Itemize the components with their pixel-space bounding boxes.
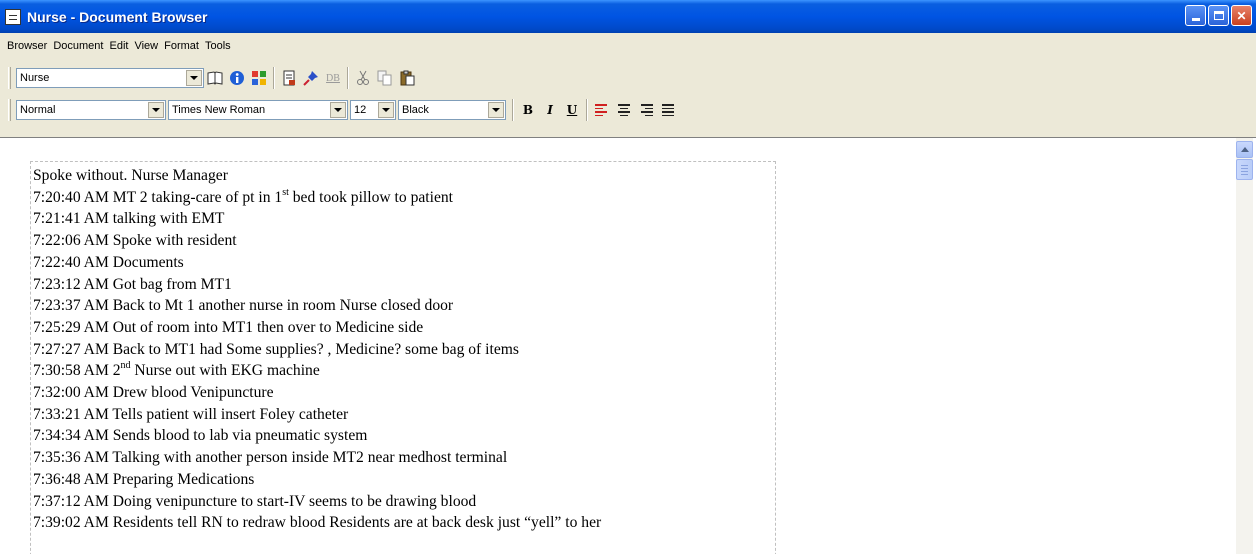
vertical-scrollbar[interactable] xyxy=(1236,138,1253,554)
copy-icon[interactable] xyxy=(374,67,396,89)
database-icon[interactable]: DB xyxy=(322,67,344,89)
document-line-text: Nurse out with EKG machine xyxy=(130,362,320,380)
document-line: 7:37:12 AM Doing venipuncture to start-I… xyxy=(33,491,775,513)
menu-tools[interactable]: Tools xyxy=(202,40,234,52)
document-line: 7:36:48 AM Preparing Medications xyxy=(33,469,775,491)
document-select[interactable]: Nurse xyxy=(16,68,204,88)
document-line: 7:23:12 AM Got bag from MT1 xyxy=(33,274,775,296)
document-line-text: bed took pillow to patient xyxy=(288,188,454,206)
document-line-superscript: nd xyxy=(120,360,131,372)
document-line: 7:20:40 AM MT 2 taking-care of pt in 1st… xyxy=(33,187,775,209)
menu-format[interactable]: Format xyxy=(161,40,202,52)
toolbar-separator xyxy=(273,67,275,89)
window-title: Nurse - Document Browser xyxy=(27,8,208,25)
align-left-icon[interactable] xyxy=(591,99,613,121)
document-line: 7:39:02 AM Residents tell RN to redraw b… xyxy=(33,512,775,534)
toolbar-separator xyxy=(586,99,588,121)
document-line-text: 7:33:21 AM Tells patient will insert Fol… xyxy=(33,405,349,423)
document-line: Spoke without. Nurse Manager xyxy=(33,165,775,187)
menu-document[interactable]: Document xyxy=(50,40,106,52)
document-line: 7:34:34 AM Sends blood to lab via pneuma… xyxy=(33,425,775,447)
document-line-text: 7:21:41 AM talking with EMT xyxy=(33,210,225,228)
font-select-value: Times New Roman xyxy=(172,104,266,116)
document-line-text: 7:27:27 AM Back to MT1 had Some supplies… xyxy=(33,340,519,358)
font-select[interactable]: Times New Roman xyxy=(168,100,348,120)
document-line-text: 7:37:12 AM Doing venipuncture to start-I… xyxy=(33,492,477,510)
document-line-text: 7:22:40 AM Documents xyxy=(33,253,184,271)
document-line-text: Spoke without. Nurse Manager xyxy=(33,167,228,184)
chevron-down-icon[interactable] xyxy=(330,102,346,118)
document-line: 7:30:58 AM 2nd Nurse out with EKG machin… xyxy=(33,360,775,382)
color-select[interactable]: Black xyxy=(398,100,506,120)
format-toolbar: Normal Times New Roman 12 Black B I U xyxy=(4,95,679,125)
document-line: 7:21:41 AM talking with EMT xyxy=(33,208,775,230)
document-line-text: 7:39:02 AM Residents tell RN to redraw b… xyxy=(33,514,602,532)
document-area[interactable]: Spoke without. Nurse Manager 7:20:40 AM M… xyxy=(0,137,1256,554)
menu-edit[interactable]: Edit xyxy=(106,40,131,52)
document-line: 7:22:06 AM Spoke with resident xyxy=(33,230,775,252)
align-right-icon[interactable] xyxy=(635,99,657,121)
minimize-icon xyxy=(1191,18,1200,21)
document-line-text: 7:23:37 AM Back to Mt 1 another nurse in… xyxy=(33,297,454,315)
document-line-text: 7:20:40 AM MT 2 taking-care of pt in 1 xyxy=(33,188,283,206)
toolbar-grip[interactable] xyxy=(8,67,11,89)
document-line: 7:23:37 AM Back to Mt 1 another nurse in… xyxy=(33,295,775,317)
document-line-text: 7:32:00 AM Drew blood Venipuncture xyxy=(33,384,274,402)
maximize-button[interactable] xyxy=(1208,5,1229,26)
document-line: 7:25:29 AM Out of room into MT1 then ove… xyxy=(33,317,775,339)
grid-icon[interactable] xyxy=(248,67,270,89)
size-select-value: 12 xyxy=(354,104,367,116)
toolbar-separator xyxy=(347,67,349,89)
align-justify-icon[interactable] xyxy=(657,99,679,121)
underline-button[interactable]: U xyxy=(561,99,583,121)
bold-button[interactable]: B xyxy=(517,99,539,121)
paste-icon[interactable] xyxy=(396,67,418,89)
pushpin-icon[interactable] xyxy=(300,67,322,89)
maximize-icon xyxy=(1213,11,1224,20)
info-icon[interactable] xyxy=(226,67,248,89)
align-center-icon[interactable] xyxy=(613,99,635,121)
main-toolbar: Nurse DB xyxy=(4,63,418,93)
toolbar-separator xyxy=(512,99,514,121)
style-select[interactable]: Normal xyxy=(16,100,166,120)
document-line-text: 7:25:29 AM Out of room into MT1 then ove… xyxy=(33,318,424,336)
document-line: 7:22:40 AM Documents xyxy=(33,252,775,274)
chevron-down-icon[interactable] xyxy=(186,70,202,86)
chevron-down-icon[interactable] xyxy=(488,102,504,118)
style-select-value: Normal xyxy=(20,104,56,116)
chevron-down-icon[interactable] xyxy=(378,102,394,118)
book-icon[interactable] xyxy=(204,67,226,89)
window-controls: ✕ xyxy=(1185,5,1252,26)
size-select[interactable]: 12 xyxy=(350,100,396,120)
document-line-text: 7:30:58 AM 2 xyxy=(33,362,121,380)
document-properties-icon[interactable] xyxy=(278,67,300,89)
document-line-text: 7:34:34 AM Sends blood to lab via pneuma… xyxy=(33,427,368,445)
chevron-down-icon[interactable] xyxy=(148,102,164,118)
document-line: 7:32:00 AM Drew blood Venipuncture xyxy=(33,382,775,404)
scroll-up-button[interactable] xyxy=(1236,141,1253,158)
document-select-value: Nurse xyxy=(20,72,50,84)
italic-button[interactable]: I xyxy=(539,99,561,121)
menu-bar: Browser Document Edit View Format Tools xyxy=(0,37,234,55)
document-line-text: 7:36:48 AM Preparing Medications xyxy=(33,470,255,488)
document-line-text: 7:23:12 AM Got bag from MT1 xyxy=(33,275,232,293)
document-line-text: 7:35:36 AM Talking with another person i… xyxy=(33,449,508,467)
title-bar: Nurse - Document Browser ✕ xyxy=(0,0,1256,33)
menu-view[interactable]: View xyxy=(131,40,161,52)
document-icon xyxy=(5,8,21,25)
document-line-superscript: st xyxy=(282,186,289,198)
close-icon: ✕ xyxy=(1236,8,1247,23)
text-frame[interactable]: Spoke without. Nurse Manager 7:20:40 AM M… xyxy=(30,161,776,554)
menu-browser[interactable]: Browser xyxy=(4,40,50,52)
color-select-value: Black xyxy=(402,104,429,116)
scroll-thumb[interactable] xyxy=(1236,159,1253,180)
close-button[interactable]: ✕ xyxy=(1231,5,1252,26)
document-line: 7:27:27 AM Back to MT1 had Some supplies… xyxy=(33,339,775,361)
toolbar-grip[interactable] xyxy=(8,99,11,121)
minimize-button[interactable] xyxy=(1185,5,1206,26)
document-line: 7:35:36 AM Talking with another person i… xyxy=(33,447,775,469)
document-line: 7:33:21 AM Tells patient will insert Fol… xyxy=(33,404,775,426)
document-line-text: 7:22:06 AM Spoke with resident xyxy=(33,232,237,250)
cut-icon[interactable] xyxy=(352,67,374,89)
